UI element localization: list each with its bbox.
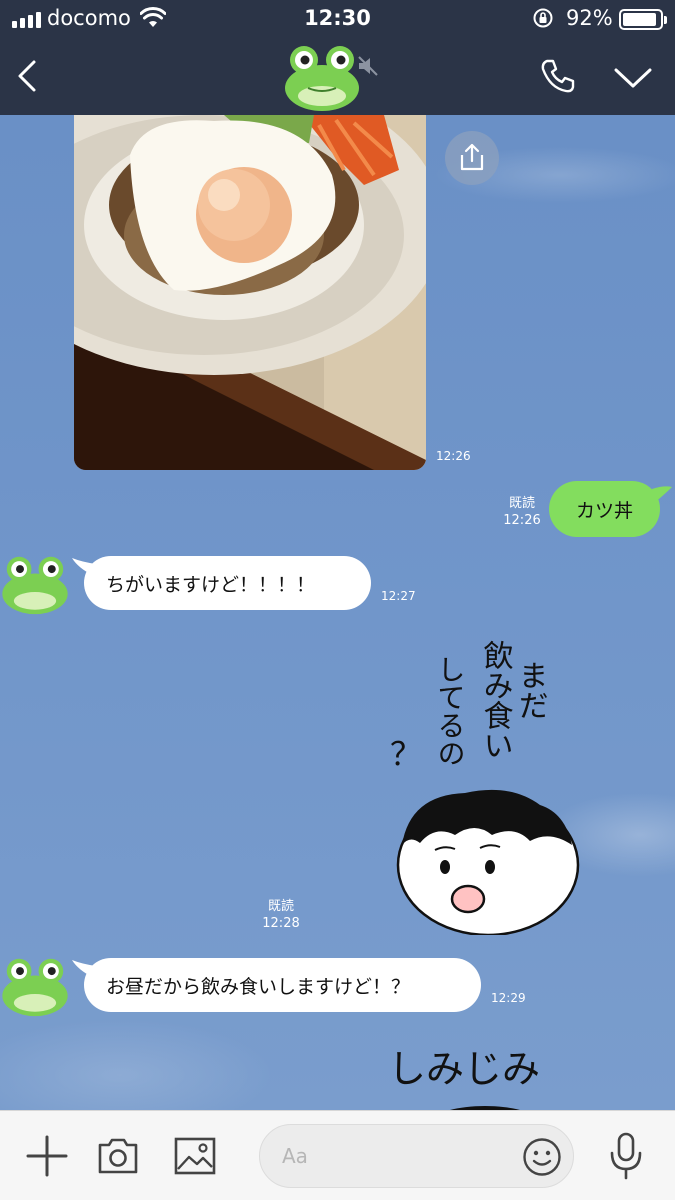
sticker-text: 飲み食い — [478, 640, 514, 760]
sticker-message[interactable]: まだ 飲み食い してるの ？ — [380, 635, 610, 937]
orientation-lock-icon — [533, 8, 553, 28]
sticker-read-status: 既読 12:28 — [255, 898, 307, 932]
image-icon[interactable] — [174, 1137, 216, 1175]
sticker-text: ？ — [390, 735, 422, 773]
battery-icon — [619, 9, 667, 30]
sticker-text: まだ — [513, 660, 548, 720]
incoming-time: 12:29 — [491, 991, 526, 1005]
chat-header — [0, 38, 675, 115]
sticker-text: しみじみ — [388, 1047, 540, 1091]
share-button[interactable] — [445, 131, 499, 185]
phone-icon[interactable] — [538, 56, 578, 96]
message-input[interactable] — [282, 1140, 502, 1172]
incoming-message-bubble[interactable]: お昼だから飲み食いしますけど！？ — [72, 958, 481, 1012]
battery-percent: 92% — [566, 6, 613, 30]
food-photo-message[interactable] — [74, 115, 426, 470]
status-bar: docomo 12:30 92% — [0, 0, 675, 38]
plus-icon[interactable] — [26, 1135, 68, 1177]
read-label: 既読 — [267, 899, 294, 914]
outgoing-time: 12:26 — [503, 513, 541, 528]
photo-time: 12:26 — [436, 449, 471, 463]
outgoing-message-bubble[interactable]: カツ丼 — [549, 481, 672, 537]
incoming-message-bubble[interactable]: ちがいますけど！！！！ — [72, 556, 371, 610]
chevron-down-icon[interactable] — [611, 58, 655, 98]
incoming-message-text: ちがいますけど！！！！ — [106, 573, 316, 596]
sticker-message[interactable]: しみじみ — [380, 1040, 580, 1110]
chat-area[interactable]: 12:26 既読 12:26 カツ丼 ちがいますけど！！！！ 12:27 まだ … — [0, 115, 675, 1110]
emoji-icon[interactable] — [522, 1137, 562, 1177]
mute-icon — [358, 56, 378, 76]
share-icon — [460, 143, 484, 171]
message-input-field[interactable] — [259, 1124, 574, 1188]
frog-avatar-icon[interactable] — [0, 957, 70, 1017]
frog-avatar-icon[interactable] — [0, 555, 70, 615]
sticker-time: 12:28 — [262, 916, 300, 931]
outgoing-message-text: カツ丼 — [575, 499, 633, 522]
message-input-bar — [0, 1110, 675, 1200]
sticker-text: してるの — [434, 655, 467, 767]
outgoing-read-status: 既読 12:26 — [500, 495, 544, 529]
frog-avatar-icon[interactable] — [283, 44, 361, 112]
camera-icon[interactable] — [97, 1137, 139, 1175]
incoming-message-text: お昼だから飲み食いしますけど！？ — [106, 975, 411, 998]
back-chevron-icon[interactable] — [10, 54, 50, 98]
read-label: 既読 — [508, 496, 535, 511]
incoming-time: 12:27 — [381, 589, 416, 603]
microphone-icon[interactable] — [608, 1131, 644, 1181]
